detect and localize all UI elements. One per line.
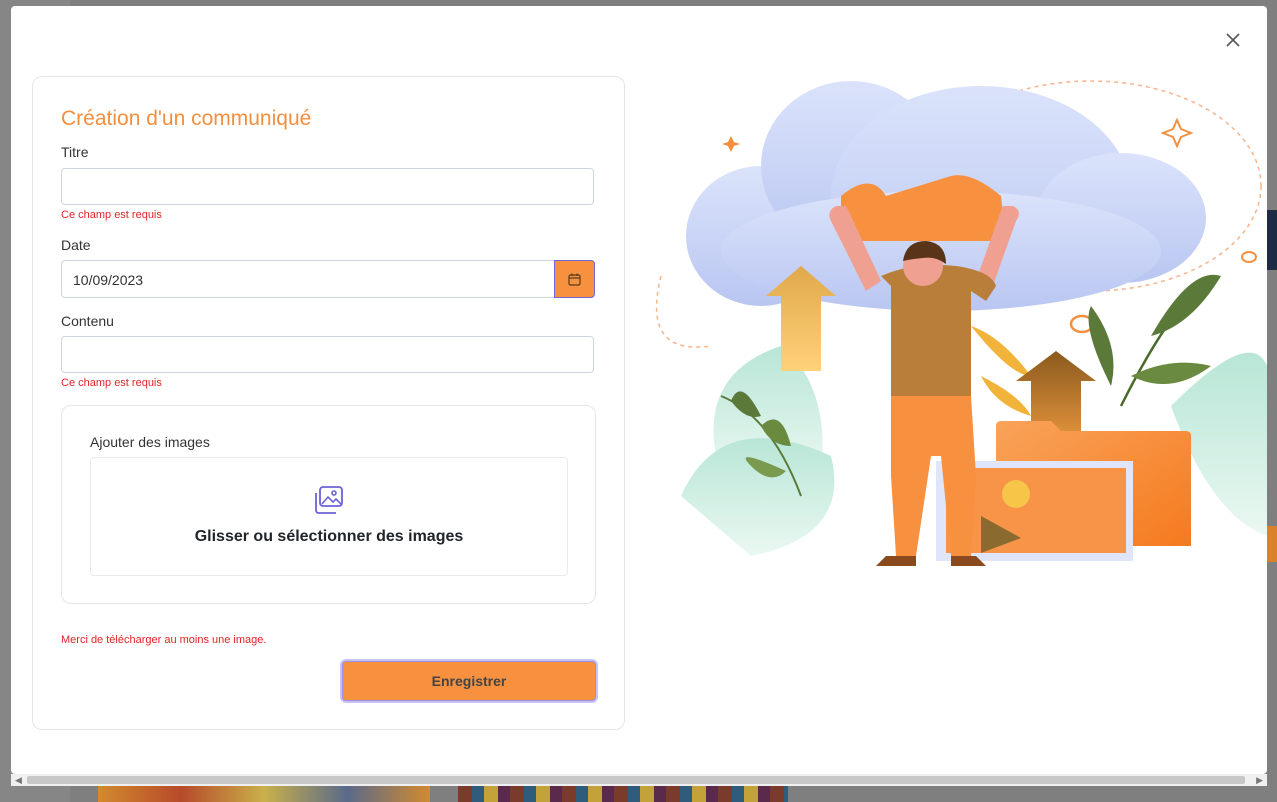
- titre-label: Titre: [61, 144, 89, 160]
- date-label: Date: [61, 237, 91, 253]
- scroll-right-icon[interactable]: ▶: [1256, 775, 1263, 786]
- upload-illustration: [655, 80, 1267, 566]
- close-button[interactable]: [1224, 31, 1242, 49]
- save-button[interactable]: Enregistrer: [342, 661, 596, 701]
- contenu-label: Contenu: [61, 313, 114, 329]
- close-icon: [1226, 33, 1240, 47]
- form-card: Création d'un communiqué Titre Ce champ …: [32, 76, 625, 730]
- contenu-input[interactable]: [61, 336, 594, 373]
- horizontal-scrollbar[interactable]: ◀ ▶: [11, 774, 1267, 786]
- contenu-error: Ce champ est requis: [61, 377, 162, 389]
- calendar-button[interactable]: [554, 260, 595, 298]
- background-thumbnail: [458, 786, 788, 802]
- images-error: Merci de télécharger au moins une image.: [61, 634, 267, 646]
- date-input[interactable]: 10/09/2023: [61, 260, 555, 298]
- calendar-icon: [568, 273, 581, 286]
- image-dropzone[interactable]: Glisser ou sélectionner des images: [90, 457, 568, 576]
- images-section: Ajouter des images Glisser ou sélectionn…: [61, 405, 596, 604]
- images-label: Ajouter des images: [90, 434, 210, 450]
- form-title: Création d'un communiqué: [61, 107, 312, 130]
- titre-input[interactable]: [61, 168, 594, 205]
- date-value: 10/09/2023: [73, 272, 144, 288]
- images-icon: [315, 486, 343, 514]
- background-thumbnail: [98, 786, 430, 802]
- dropzone-text: Glisser ou sélectionner des images: [194, 528, 464, 545]
- scroll-left-icon[interactable]: ◀: [15, 775, 22, 786]
- create-communique-modal: Création d'un communiqué Titre Ce champ …: [11, 6, 1267, 774]
- titre-error: Ce champ est requis: [61, 209, 162, 221]
- scrollbar-thumb[interactable]: [27, 776, 1245, 784]
